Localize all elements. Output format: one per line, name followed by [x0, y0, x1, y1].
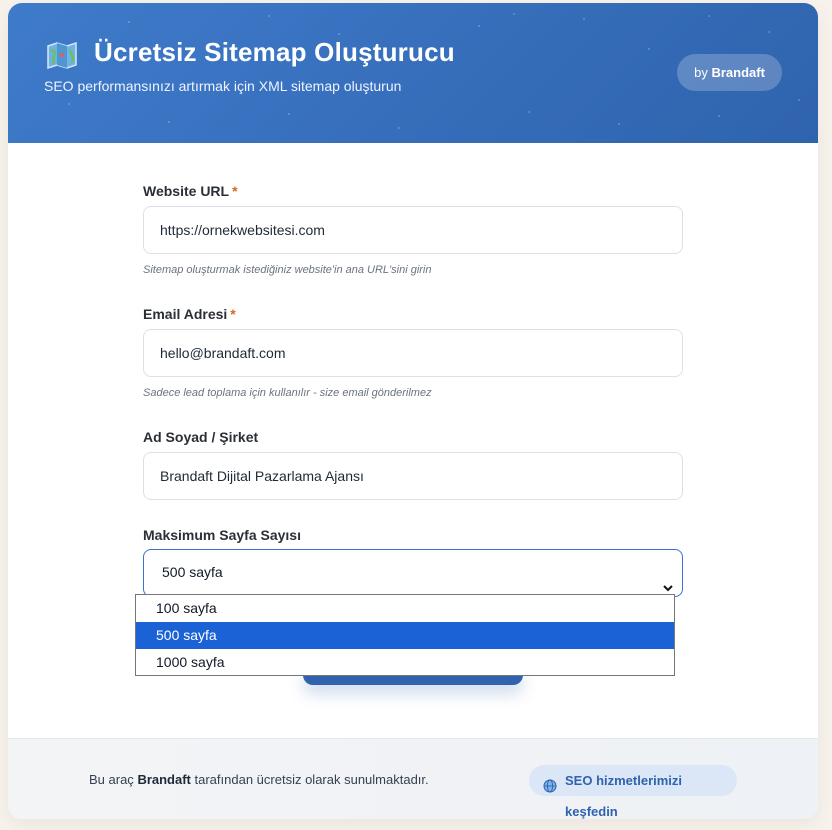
badge-brand: Brandaft [711, 65, 765, 80]
globe-icon [543, 773, 557, 793]
page-title: Ücretsiz Sitemap Oluşturucu [94, 37, 455, 67]
brandaft-badge-link[interactable]: by Brandaft [677, 54, 782, 91]
option-1000-pages[interactable]: 1000 sayfa [136, 649, 674, 676]
website-url-input[interactable]: https://ornekwebsitesi.com [143, 206, 683, 254]
url-label-text: Website URL [143, 183, 230, 199]
email-hint: Sadece lead toplama için kullanılır - si… [143, 387, 432, 399]
seo-services-link-label: SEO hizmetlerimizi keşfedin [565, 773, 683, 819]
email-input[interactable]: hello@brandaft.com [143, 329, 683, 377]
max-pages-selected-value: 500 sayfa [162, 564, 223, 580]
header-banner: Ücretsiz Sitemap Oluşturucu SEO performa… [8, 3, 818, 143]
required-mark: * [232, 183, 238, 199]
footer-text-suffix: tarafından ücretsiz olarak sunulmaktadır… [194, 772, 429, 787]
footer: Bu araç Brandaft tarafından ücretsiz ola… [8, 738, 818, 819]
option-100-pages[interactable]: 100 sayfa [136, 595, 674, 622]
footer-text-prefix: Bu araç [89, 772, 134, 787]
url-hint: Sitemap oluşturmak istediğiniz website'i… [143, 264, 432, 276]
name-label: Ad Soyad / Şirket [143, 429, 259, 445]
map-icon [46, 41, 78, 70]
max-pages-label: Maksimum Sayfa Sayısı [143, 527, 301, 543]
required-mark: * [230, 306, 236, 322]
email-label: Email Adresi * [143, 306, 236, 322]
chevron-down-icon [662, 567, 674, 592]
url-label: Website URL * [143, 183, 238, 199]
page-subtitle: SEO performansınızı artırmak için XML si… [44, 78, 402, 94]
sitemap-card: Ücretsiz Sitemap Oluşturucu SEO performa… [8, 3, 818, 819]
option-500-pages[interactable]: 500 sayfa [136, 622, 674, 649]
max-pages-select[interactable]: 500 sayfa [143, 549, 683, 597]
name-company-input[interactable]: Brandaft Dijital Pazarlama Ajansı [143, 452, 683, 500]
email-label-text: Email Adresi [143, 306, 228, 322]
seo-services-link[interactable]: SEO hizmetlerimizi keşfedin [529, 765, 737, 819]
footer-brand: Brandaft [137, 772, 191, 787]
max-pages-dropdown-list: 100 sayfa 500 sayfa 1000 sayfa [135, 594, 675, 676]
footer-text: Bu araç Brandaft tarafından ücretsiz ola… [89, 772, 429, 787]
badge-prefix: by [694, 65, 708, 80]
